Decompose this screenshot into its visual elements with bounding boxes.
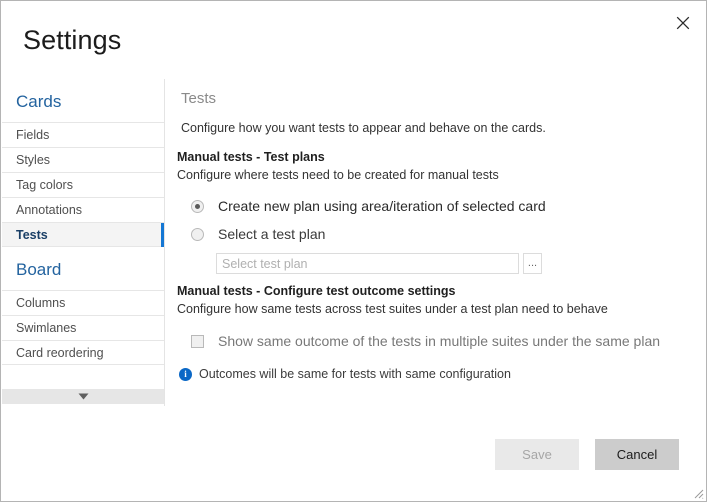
sidebar-item-styles[interactable]: Styles <box>2 147 164 172</box>
sidebar-group-cards-title: Cards <box>16 92 62 111</box>
outcome-settings-heading: Manual tests - Configure test outcome se… <box>177 284 456 298</box>
settings-dialog: Settings Cards Fields Styles Tag colors … <box>0 0 707 502</box>
checkbox-indicator <box>191 334 204 348</box>
dialog-footer: Save Cancel <box>2 406 706 501</box>
test-plan-browse-button[interactable]: ... <box>523 253 542 274</box>
info-icon: i <box>179 367 192 381</box>
test-plans-subtext: Configure where tests need to be created… <box>177 168 499 182</box>
radio-label: Create new plan using area/iteration of … <box>218 198 546 214</box>
sidebar-item-label: Annotations <box>16 203 83 217</box>
sidebar-item-card-reordering[interactable]: Card reordering <box>2 340 164 365</box>
sidebar-scroll-down-button[interactable] <box>2 389 164 404</box>
sidebar-item-columns[interactable]: Columns <box>2 290 164 315</box>
dialog-titlebar: Settings <box>1 1 706 79</box>
checkbox-label: Show same outcome of the tests in multip… <box>218 333 661 349</box>
radio-create-new-plan[interactable]: Create new plan using area/iteration of … <box>191 196 546 216</box>
settings-sidebar[interactable]: Cards Fields Styles Tag colors Annotatio… <box>2 79 164 406</box>
sidebar-item-label: Tag colors <box>16 178 73 192</box>
test-plans-heading: Manual tests - Test plans <box>177 150 325 164</box>
checkbox-show-same-outcome[interactable]: Show same outcome of the tests in multip… <box>191 331 660 351</box>
close-icon[interactable] <box>667 5 699 33</box>
info-note-text: Outcomes will be same for tests with sam… <box>199 367 511 381</box>
sidebar-item-tag-colors[interactable]: Tag colors <box>2 172 164 197</box>
sidebar-item-annotations[interactable]: Annotations <box>2 197 164 222</box>
section-description: Configure how you want tests to appear a… <box>181 121 546 135</box>
cancel-button[interactable]: Cancel <box>595 439 679 470</box>
sidebar-item-label: Card reordering <box>16 346 104 360</box>
sidebar-item-label: Columns <box>16 296 66 310</box>
sidebar-item-label: Tests <box>16 228 48 242</box>
sidebar-item-label: Swimlanes <box>16 321 77 335</box>
page-title: Settings <box>23 25 122 55</box>
resize-grip-icon[interactable] <box>691 486 704 499</box>
close-x-icon <box>676 16 690 30</box>
radio-indicator <box>191 227 204 241</box>
sidebar-item-swimlanes[interactable]: Swimlanes <box>2 315 164 340</box>
sidebar-item-tests[interactable]: Tests <box>2 222 164 247</box>
sidebar-item-label: Styles <box>16 153 51 167</box>
radio-indicator <box>191 199 204 213</box>
radio-select-test-plan[interactable]: Select a test plan <box>191 224 325 244</box>
info-note: i Outcomes will be same for tests with s… <box>179 367 511 381</box>
sidebar-item-label: Fields <box>16 128 50 142</box>
section-title: Tests <box>181 90 217 107</box>
test-plan-input[interactable] <box>216 253 519 274</box>
save-button[interactable]: Save <box>495 439 579 470</box>
sidebar-group-board-title: Board <box>16 260 62 279</box>
radio-label: Select a test plan <box>218 226 326 242</box>
chevron-down-icon <box>78 393 88 400</box>
sidebar-item-fields[interactable]: Fields <box>2 122 164 147</box>
outcome-settings-subtext: Configure how same tests across test sui… <box>177 302 608 316</box>
resize-grip-lines <box>694 489 704 499</box>
settings-content-panel: Tests Configure how you want tests to ap… <box>165 79 706 406</box>
